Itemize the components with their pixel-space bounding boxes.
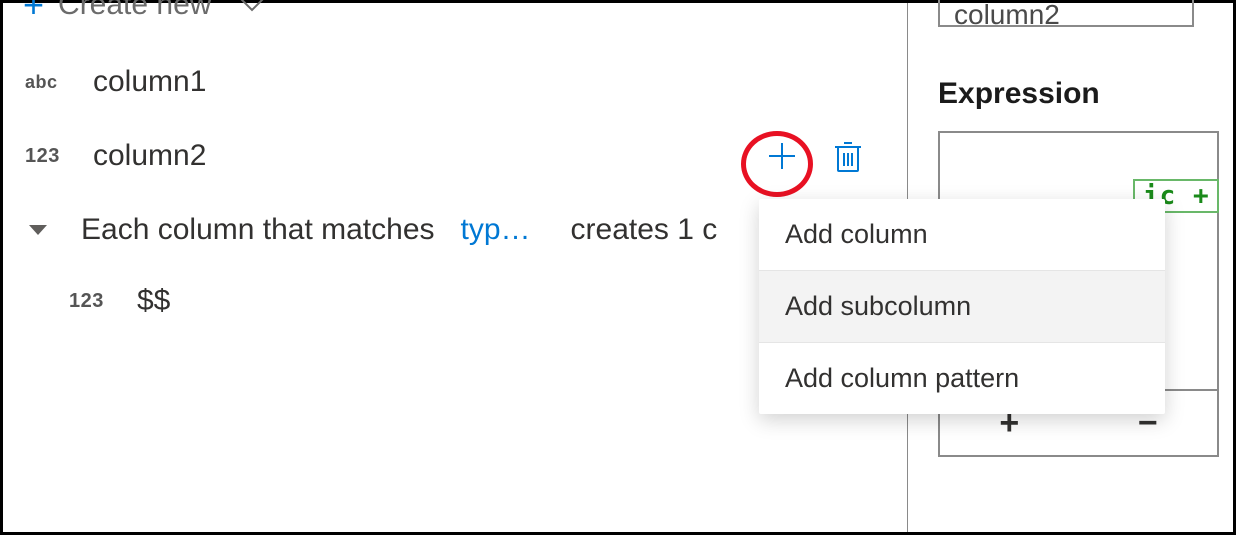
- pattern-suffix: creates 1 c: [571, 213, 718, 247]
- columns-panel: + Create new abc column1 123 column2: [3, 3, 908, 532]
- menu-item-add-column[interactable]: Add column: [759, 199, 1165, 271]
- add-icon[interactable]: [763, 137, 801, 175]
- pattern-type-link[interactable]: typ…: [461, 213, 531, 247]
- chevron-down-icon: [239, 0, 265, 13]
- column-row[interactable]: abc column1: [3, 45, 907, 119]
- pattern-prefix: Each column that matches: [81, 213, 435, 247]
- column-row-selected[interactable]: 123 column2: [3, 119, 907, 193]
- column-name: column1: [93, 65, 206, 99]
- row-actions: [763, 137, 907, 175]
- type-badge-string: abc: [25, 72, 73, 93]
- subcolumn-name: $$: [137, 284, 170, 318]
- caret-down-icon[interactable]: [25, 223, 51, 237]
- menu-item-add-column-pattern[interactable]: Add column pattern: [759, 343, 1165, 414]
- expression-label: Expression: [938, 77, 1233, 111]
- column-name-value: column2: [954, 0, 1060, 27]
- menu-item-add-subcolumn[interactable]: Add subcolumn: [759, 271, 1165, 343]
- add-dropdown-menu: Add column Add subcolumn Add column patt…: [759, 199, 1165, 414]
- type-badge-number: 123: [69, 290, 117, 313]
- type-badge-number: 123: [25, 145, 73, 168]
- column-name-input[interactable]: column2: [938, 0, 1194, 27]
- create-new-button[interactable]: + Create new: [3, 0, 907, 29]
- column-name: column2: [93, 139, 206, 173]
- delete-icon[interactable]: [829, 137, 867, 175]
- create-new-label: Create new: [58, 0, 211, 22]
- plus-icon: +: [23, 0, 44, 23]
